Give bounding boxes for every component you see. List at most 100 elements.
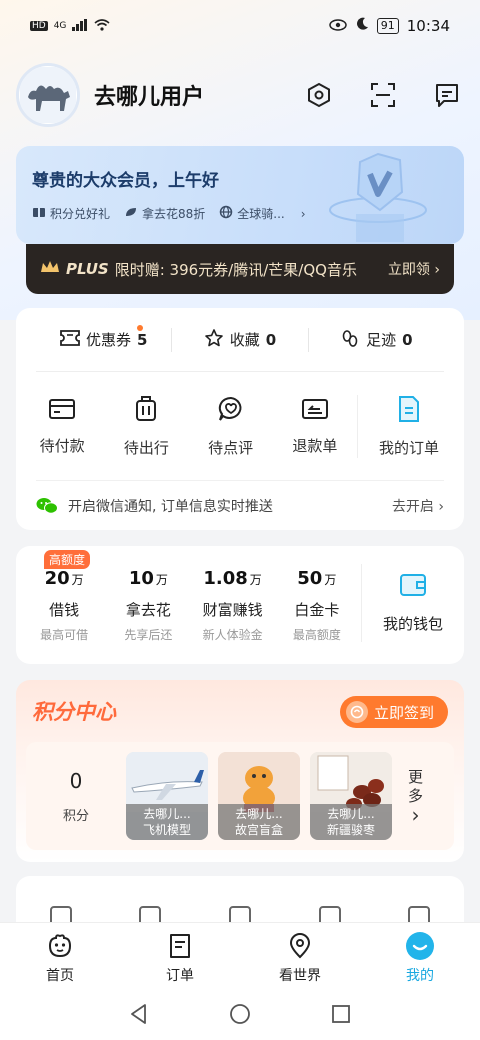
wallet-naquhua[interactable]: 10 万 拿去花 先享后还 bbox=[106, 546, 190, 664]
tab-mine[interactable]: 我的 bbox=[360, 931, 480, 985]
luggage-icon bbox=[134, 395, 158, 427]
stat-coupons[interactable]: 优惠券 5 bbox=[36, 325, 171, 350]
wallet-card-icon bbox=[48, 397, 76, 425]
home-camel-icon bbox=[45, 931, 75, 961]
status-bar: HD 4G 91 10:34 bbox=[0, 0, 480, 52]
my-orders[interactable]: 我的订单 bbox=[356, 394, 460, 458]
my-wallet-icon bbox=[399, 573, 427, 601]
wallet-loan[interactable]: 高额度 20 万 借钱 最高可借 bbox=[22, 546, 106, 664]
wallet-wealth[interactable]: 1.08 万 财富赚钱 新人体验金 bbox=[190, 546, 274, 664]
tab-label: 订单 bbox=[166, 967, 194, 984]
wallet-sub: 新人体验金 bbox=[202, 627, 263, 642]
product-name: 飞机模型 bbox=[142, 823, 191, 837]
wallet-sub: 最高额度 bbox=[292, 627, 341, 642]
back-icon[interactable] bbox=[129, 1003, 149, 1029]
order-label: 待点评 bbox=[208, 438, 254, 457]
perks-more-arrow[interactable]: › bbox=[301, 207, 306, 221]
wallet-name: 财富赚钱 bbox=[202, 600, 263, 619]
product-xinjiang-dates[interactable]: 去哪儿... 新疆骏枣 bbox=[310, 752, 392, 840]
settings-hex-icon[interactable] bbox=[302, 78, 336, 112]
value-number: 10 bbox=[128, 567, 154, 589]
tab-label: 我的 bbox=[406, 967, 434, 984]
wallet-name: 白金卡 bbox=[294, 600, 340, 619]
wallet-value: 1.08 万 bbox=[203, 568, 261, 589]
points-balance[interactable]: 0 积分 bbox=[26, 769, 126, 824]
points-label: 积分 bbox=[62, 808, 89, 824]
order-pending-review[interactable]: 待点评 bbox=[188, 395, 272, 458]
leaf-icon bbox=[124, 206, 138, 221]
chevron-right-icon: › bbox=[411, 802, 420, 827]
product-name: 故宫盲盒 bbox=[234, 823, 283, 837]
value-number: 50 bbox=[297, 567, 323, 589]
dates-image bbox=[310, 752, 392, 812]
scan-icon[interactable] bbox=[366, 78, 400, 112]
wifi-icon bbox=[94, 18, 110, 34]
wallet-sub: 先享后还 bbox=[124, 627, 173, 642]
wechat-notify-row[interactable]: 开启微信通知, 订单信息实时推送 去开启 › bbox=[36, 480, 444, 530]
product-caption: 去哪儿... 飞机模型 bbox=[126, 804, 208, 840]
coupon-icon bbox=[60, 329, 80, 350]
value-number: 20 bbox=[44, 567, 70, 589]
stat-label: 优惠券 bbox=[85, 331, 131, 349]
order-pending-payment[interactable]: 待付款 bbox=[20, 397, 104, 456]
perk-naquhua[interactable]: 拿去花88折 bbox=[124, 205, 205, 222]
network-indicator: 4G bbox=[53, 21, 67, 31]
signal-icon bbox=[72, 18, 88, 34]
more-text: 更 bbox=[408, 767, 424, 786]
stat-count: 5 bbox=[136, 330, 148, 349]
wallet-card: 高额度 20 万 借钱 最高可借 10 万 拿去花 先享后还 1.08 万 财富赚钱 … bbox=[16, 546, 464, 664]
partial-icon-row bbox=[16, 876, 464, 928]
clock: 10:34 bbox=[406, 17, 450, 35]
perk-points-gift[interactable]: 积分兑好礼 bbox=[32, 205, 110, 222]
username[interactable]: 去哪儿用户 bbox=[94, 79, 204, 111]
tab-explore[interactable]: 看世界 bbox=[240, 931, 360, 985]
eye-icon bbox=[329, 17, 347, 35]
order-label: 退款单 bbox=[292, 436, 338, 455]
wallet-name: 拿去花 bbox=[125, 600, 171, 619]
status-right: 91 10:34 bbox=[329, 17, 450, 35]
recents-square-icon[interactable] bbox=[331, 1004, 351, 1028]
notify-enable-link[interactable]: 去开启 › bbox=[392, 496, 444, 516]
tab-orders[interactable]: 订单 bbox=[120, 931, 240, 985]
order-refunds[interactable]: 退款单 bbox=[273, 397, 357, 456]
tab-home[interactable]: 首页 bbox=[0, 931, 120, 985]
status-left: HD 4G bbox=[30, 18, 110, 34]
product-palace-blindbox[interactable]: 去哪儿... 故宫盲盒 bbox=[218, 752, 300, 840]
stat-favorites[interactable]: 收藏 0 bbox=[171, 327, 307, 352]
wallet-sub: 最高可借 bbox=[40, 627, 89, 642]
checkin-button[interactable]: 立即签到 bbox=[339, 696, 448, 728]
perk-label: 积分兑好礼 bbox=[50, 207, 111, 221]
wallet-name: 借钱 bbox=[49, 600, 80, 619]
my-wallet[interactable]: 我的钱包 bbox=[360, 564, 464, 642]
system-nav-bar bbox=[0, 992, 480, 1040]
message-icon[interactable] bbox=[430, 78, 464, 112]
my-wallet-label: 我的钱包 bbox=[382, 614, 443, 633]
refund-icon bbox=[301, 397, 329, 425]
home-circle-icon[interactable] bbox=[229, 1003, 251, 1029]
more-products-link[interactable]: 更 多 › bbox=[408, 768, 423, 825]
product-airplane-model[interactable]: 去哪儿... 飞机模型 bbox=[126, 752, 208, 840]
member-card[interactable]: 尊贵的大众会员，上午好 积分兑好礼 拿去花88折 全球骑... › bbox=[16, 146, 464, 244]
battery-level: 91 bbox=[376, 18, 399, 34]
order-pending-travel[interactable]: 待出行 bbox=[104, 395, 188, 458]
plus-promo-text: 限时赠: 396元券/腾讯/芒果/QQ音乐 bbox=[114, 260, 357, 279]
moon-icon bbox=[355, 17, 369, 35]
wallet-value: 50 万 bbox=[297, 568, 336, 589]
wechat-icon bbox=[36, 497, 58, 515]
review-icon bbox=[217, 395, 245, 427]
star-icon bbox=[204, 328, 224, 352]
stat-footprints[interactable]: 足迹 0 bbox=[307, 327, 444, 352]
points-center-card: 积分中心 立即签到 0 积分 去哪儿... 飞机模型 去哪儿... 故宫盲盒 去… bbox=[16, 680, 464, 862]
plus-claim-link[interactable]: 立即领 › bbox=[388, 259, 440, 279]
perk-global[interactable]: 全球骑... bbox=[219, 205, 285, 222]
avatar[interactable] bbox=[16, 63, 80, 127]
product-brand: 去哪儿... bbox=[327, 807, 375, 821]
value-unit: 万 bbox=[324, 572, 337, 587]
plus-banner[interactable]: PLUS 限时赠: 396元券/腾讯/芒果/QQ音乐 立即领 › bbox=[26, 244, 454, 294]
location-pin-icon bbox=[285, 931, 315, 961]
points-coin-icon bbox=[345, 701, 368, 723]
order-label: 我的订单 bbox=[378, 438, 439, 457]
wallet-platinum-card[interactable]: 50 万 白金卡 最高额度 bbox=[275, 546, 359, 664]
points-panel: 0 积分 去哪儿... 飞机模型 去哪儿... 故宫盲盒 去哪儿... 新疆骏枣… bbox=[26, 742, 454, 850]
profile-smile-icon bbox=[405, 931, 435, 961]
